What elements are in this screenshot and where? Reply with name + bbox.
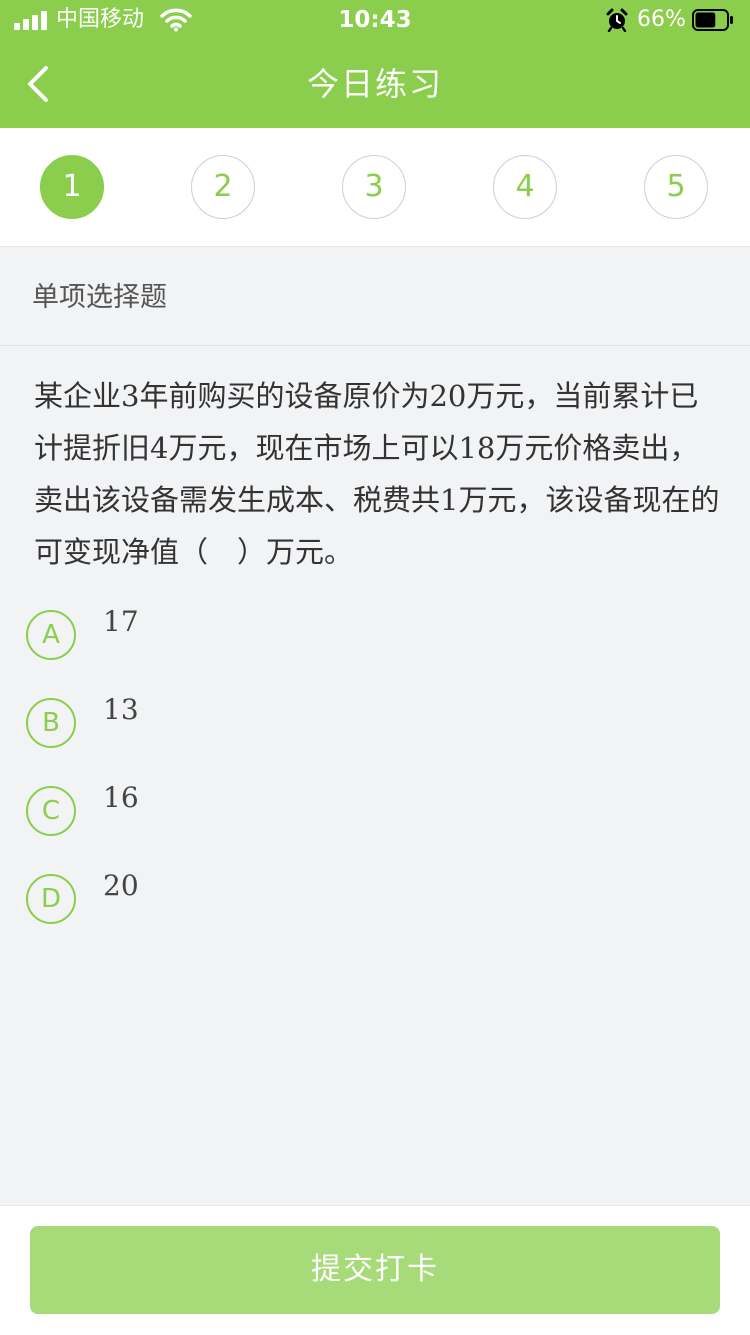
bottom-bar: 提交打卡 xyxy=(0,1205,750,1335)
question-text: 某企业3年前购买的设备原价为20万元，当前累计已计提折旧4万元，现在市场上可以1… xyxy=(34,379,720,569)
option-text: 17 xyxy=(103,605,139,638)
option-letter: C xyxy=(26,786,76,836)
battery-fill xyxy=(695,12,716,28)
step-4[interactable]: 4 xyxy=(493,155,557,219)
option-b[interactable]: B 13 xyxy=(26,693,716,750)
step-5[interactable]: 5 xyxy=(644,155,708,219)
option-c[interactable]: C 16 xyxy=(26,781,716,838)
option-letter: D xyxy=(26,874,76,924)
option-letter: B xyxy=(26,698,76,748)
option-text: 20 xyxy=(103,869,139,902)
page-title: 今日练习 xyxy=(306,65,443,103)
question-step-bar: 1 2 3 4 5 xyxy=(0,128,750,247)
question-type: 单项选择题 xyxy=(32,282,167,313)
submit-checkin-button[interactable]: 提交打卡 xyxy=(30,1226,720,1314)
option-letter: A xyxy=(26,610,76,660)
nav-bar: 今日练习 xyxy=(0,40,750,128)
question-type-row: 单项选择题 xyxy=(0,247,750,346)
option-d[interactable]: D 20 xyxy=(26,869,716,926)
step-3[interactable]: 3 xyxy=(342,155,406,219)
battery-icon xyxy=(692,9,733,31)
option-text: 16 xyxy=(103,781,139,814)
option-a[interactable]: A 17 xyxy=(26,605,716,662)
status-bar: 中国移动 10:43 66% xyxy=(0,0,750,40)
step-1[interactable]: 1 xyxy=(40,155,104,219)
step-2[interactable]: 2 xyxy=(191,155,255,219)
battery-percentage: 66% xyxy=(637,7,686,32)
option-text: 13 xyxy=(103,693,139,726)
app-header: 中国移动 10:43 66% 今日练习 xyxy=(0,0,750,128)
alarm-icon xyxy=(606,8,628,32)
